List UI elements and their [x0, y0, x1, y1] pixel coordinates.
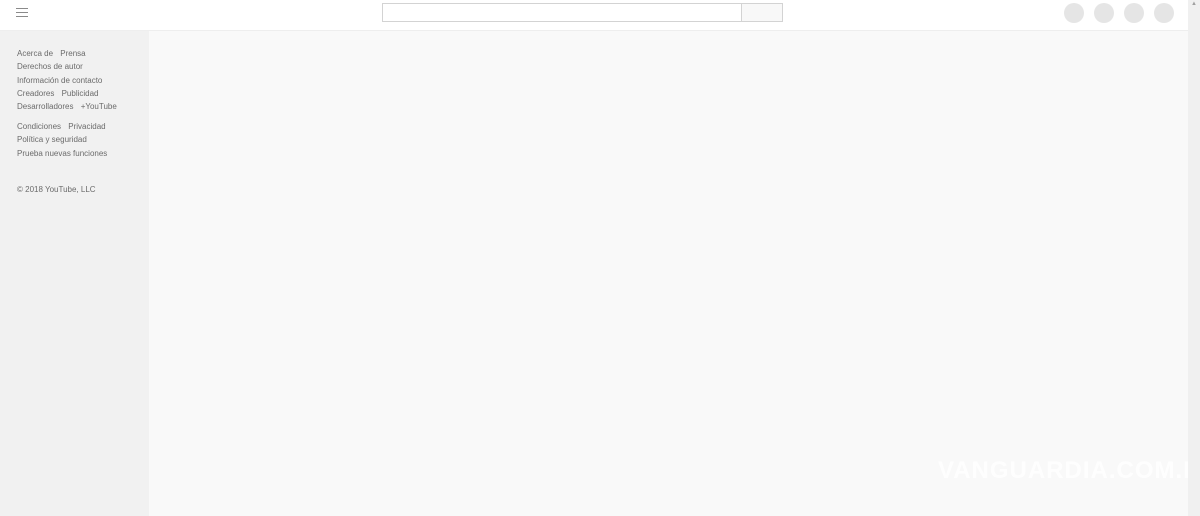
main-content [149, 31, 1188, 516]
footer-link-publicidad[interactable]: Publicidad [62, 89, 99, 98]
top-bar [0, 0, 1188, 31]
footer-link-prensa[interactable]: Prensa [60, 49, 85, 58]
scrollbar[interactable]: ▲ [1188, 0, 1200, 516]
footer-link-acerca-de[interactable]: Acerca de [17, 49, 53, 58]
footer-link-privacidad[interactable]: Privacidad [68, 122, 105, 131]
footer-links-primary: Acerca de Prensa Derechos de autor Infor… [17, 47, 122, 113]
apps-icon[interactable] [1064, 3, 1084, 23]
watermark: VANGUARDIA.COM.MX [938, 457, 1200, 484]
copyright-text: © 2018 YouTube, LLC [17, 185, 96, 194]
footer-link-informacion-de-contacto[interactable]: Información de contacto [17, 76, 102, 85]
search-button[interactable] [742, 3, 783, 22]
footer-link-creadores[interactable]: Creadores [17, 89, 54, 98]
sign-in-icon[interactable] [1154, 3, 1174, 23]
messages-icon[interactable] [1094, 3, 1114, 23]
footer-link-plus-youtube[interactable]: +YouTube [81, 102, 117, 111]
search-input[interactable] [382, 3, 742, 22]
footer-link-desarrolladores[interactable]: Desarrolladores [17, 102, 73, 111]
settings-icon[interactable] [1124, 3, 1144, 23]
footer-link-condiciones[interactable]: Condiciones [17, 122, 61, 131]
menu-icon[interactable] [16, 8, 28, 18]
scroll-up-arrow-icon[interactable]: ▲ [1190, 0, 1198, 8]
footer-link-politica-y-seguridad[interactable]: Política y seguridad [17, 135, 87, 144]
footer-link-prueba-nuevas-funciones[interactable]: Prueba nuevas funciones [17, 149, 107, 158]
sidebar: Acerca de Prensa Derechos de autor Infor… [0, 31, 149, 516]
footer-link-derechos-de-autor[interactable]: Derechos de autor [17, 62, 83, 71]
footer-links-secondary: Condiciones Privacidad Política y seguri… [17, 120, 112, 160]
